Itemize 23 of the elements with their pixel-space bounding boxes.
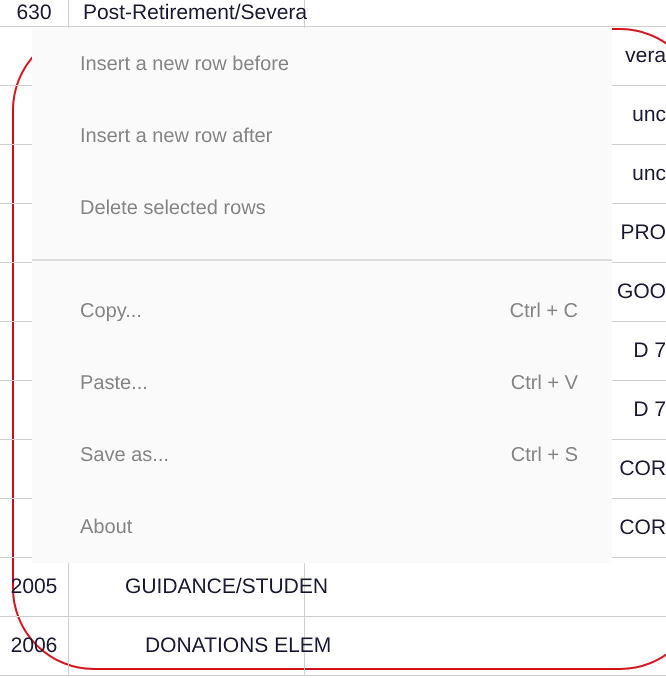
table-cell: Post-Retirement/Severa xyxy=(83,2,308,24)
table-cell: vera xyxy=(625,45,666,67)
menu-item[interactable]: Insert a new row after xyxy=(32,100,612,172)
menu-item[interactable]: Paste... Ctrl + V xyxy=(32,347,612,419)
table-cell: D 7 xyxy=(633,340,666,362)
table-cell: COR xyxy=(619,458,666,480)
table-cell: GOO xyxy=(616,281,666,303)
menu-item[interactable]: Delete selected rows xyxy=(32,172,612,244)
menu-item[interactable]: About xyxy=(32,491,612,563)
menu-item[interactable]: Copy... Ctrl + C xyxy=(32,275,612,347)
table-cell: GUIDANCE/STUDEN xyxy=(125,576,328,598)
menu-item[interactable]: Save as... Ctrl + S xyxy=(32,419,612,491)
shortcut-label: Ctrl + S xyxy=(510,444,578,466)
table-cell: COR xyxy=(619,517,666,539)
table-cell: PRO xyxy=(620,222,666,244)
table-cell: unc xyxy=(632,163,666,185)
table-cell: 630 xyxy=(16,2,52,24)
menu-item[interactable]: Insert a new row before xyxy=(32,28,612,100)
table-cell: DONATIONS ELEM xyxy=(145,635,332,657)
table-cell: unc xyxy=(632,104,666,126)
table-cell: D 7 xyxy=(633,399,666,421)
shortcut-label: Ctrl + V xyxy=(510,372,578,394)
shortcut-label: Ctrl + C xyxy=(510,300,578,322)
